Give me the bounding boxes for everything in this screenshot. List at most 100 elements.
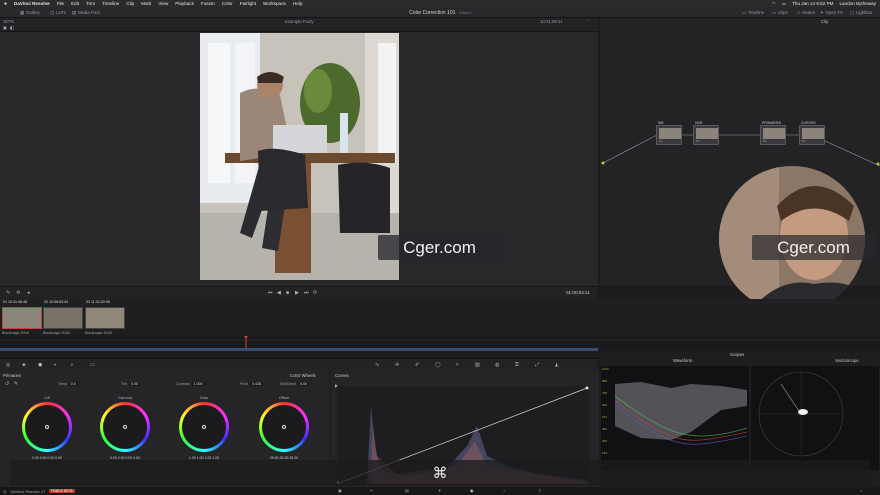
menu-fusion[interactable]: Fusion: [201, 1, 215, 6]
gain-wheel[interactable]: [179, 402, 229, 452]
viewer-timecode-bottom[interactable]: 01:00:02:11: [566, 290, 590, 295]
color-match-icon[interactable]: ◈: [22, 362, 26, 368]
menu-fairlight[interactable]: Fairlight: [240, 1, 256, 6]
magic-mask-icon[interactable]: ▨: [475, 362, 480, 368]
blur-icon[interactable]: ◍: [495, 362, 499, 368]
media-pool-button[interactable]: ▤ Media Pool: [72, 9, 100, 17]
page-edit-icon[interactable]: ▤: [405, 488, 409, 493]
menu-app-name[interactable]: DaVinci Resolve: [14, 1, 50, 6]
middetail-field[interactable]: Mid/Detail 0.00: [280, 382, 309, 386]
open-fx-button[interactable]: ✦ Open FX: [820, 9, 843, 17]
color-wheels-dropdown[interactable]: Color Wheels: [290, 373, 316, 378]
menubar-datetime[interactable]: Thu Jan 14 6:52 PM: [792, 1, 833, 6]
sizing-icon[interactable]: ⤢: [535, 362, 539, 368]
loop-playback-icon[interactable]: ⟳: [313, 290, 317, 296]
luts-button[interactable]: ◫ LUTs: [50, 9, 66, 17]
wifi-icon[interactable]: ◠: [772, 1, 776, 7]
clip-thumbnail-2[interactable]: [43, 307, 83, 329]
menu-workspace[interactable]: Workspace: [263, 1, 286, 6]
scale-label: 768: [602, 391, 607, 395]
timeline-track[interactable]: [0, 348, 598, 351]
pen-icon[interactable]: ✎: [6, 290, 10, 296]
3d-icon[interactable]: ◭: [555, 362, 559, 368]
go-to-start-icon[interactable]: ⏮: [268, 290, 273, 296]
battery-icon[interactable]: ▭: [782, 1, 786, 7]
curves-icon[interactable]: ∿: [375, 362, 379, 368]
hdr-icon[interactable]: ▭: [90, 362, 95, 368]
menu-playback[interactable]: Playback: [175, 1, 194, 6]
go-to-end-icon[interactable]: ⏭: [304, 290, 309, 296]
picker-icon[interactable]: ✎: [14, 381, 18, 387]
motion-effects-icon[interactable]: ◑: [70, 362, 73, 368]
palette-toolbar: ◎ ◈ ◉ ◐ ◑ ▭ ∿ ✢ ✐ ◯ ✧ ▨ ◍ ⚿ ⤢ ◭: [0, 358, 598, 370]
node-hdr[interactable]: HDR 02: [693, 121, 719, 145]
qualifier-icon[interactable]: ✐: [415, 362, 419, 368]
node-wb[interactable]: WB 01: [656, 121, 682, 145]
waveform-dropdown[interactable]: Waveform: [673, 358, 692, 363]
node-primaries[interactable]: PRIMARIES 03: [760, 121, 786, 145]
color-warper-icon[interactable]: ✢: [395, 362, 399, 368]
tracker-icon[interactable]: ✧: [455, 362, 459, 368]
page-color-icon[interactable]: ◉: [470, 488, 474, 493]
gamma-wheel[interactable]: [100, 402, 150, 452]
key-icon[interactable]: ⚿: [515, 362, 519, 368]
audio-icon[interactable]: ◂: [27, 290, 30, 296]
lightbox-button[interactable]: ▢ Lightbox: [850, 9, 872, 17]
reset-icon[interactable]: ↺: [5, 381, 9, 387]
clips-button[interactable]: ▭ Clips: [772, 9, 788, 17]
scale-label: 256: [602, 439, 607, 443]
page-media-icon[interactable]: ▣: [338, 488, 342, 493]
play-icon[interactable]: ▶: [295, 290, 299, 296]
page-fusion-icon[interactable]: ✦: [438, 488, 441, 493]
menu-mark[interactable]: Mark: [141, 1, 151, 6]
menu-edit[interactable]: Edit: [71, 1, 79, 6]
scale-label: 384: [602, 427, 607, 431]
zoom-level[interactable]: 167%: [3, 19, 14, 24]
tint-field[interactable]: Tint 0.00: [121, 382, 140, 386]
lift-puck[interactable]: [45, 425, 49, 429]
menu-file[interactable]: File: [57, 1, 64, 6]
menu-clip[interactable]: Clip: [126, 1, 134, 6]
menu-view[interactable]: View: [158, 1, 168, 6]
nodes-button[interactable]: ◇ Nodes: [797, 9, 815, 17]
contrast-field[interactable]: Contrast 1.000: [176, 382, 205, 386]
menu-color[interactable]: Color: [222, 1, 233, 6]
vectorscope-dropdown[interactable]: Vectorscope: [835, 358, 859, 363]
camera-raw-icon[interactable]: ◎: [6, 362, 10, 368]
apple-icon[interactable]: ●: [4, 1, 7, 7]
clip-1-header[interactable]: 01 10:31:08:48: [3, 300, 27, 304]
offset-wheel[interactable]: [259, 402, 309, 452]
viewer-options-icon[interactable]: ⋯: [585, 18, 589, 24]
gain-puck[interactable]: [202, 425, 206, 429]
offset-puck[interactable]: [282, 425, 286, 429]
temp-field[interactable]: Temp 0.0: [58, 382, 78, 386]
clip-thumbnail-1[interactable]: [2, 307, 42, 329]
loop-icon[interactable]: ⟲: [16, 290, 20, 296]
rewind-icon[interactable]: ◀: [277, 290, 281, 296]
pivot-field[interactable]: Pivot 0.435: [240, 382, 263, 386]
page-fairlight-icon[interactable]: ♪: [503, 488, 505, 493]
rgb-mixer-icon[interactable]: ◐: [54, 362, 57, 368]
window-icon[interactable]: ◯: [435, 362, 441, 368]
menu-trim[interactable]: Trim: [86, 1, 95, 6]
clip-thumbnail-3[interactable]: [85, 307, 125, 329]
color-wheels-icon[interactable]: ◉: [38, 362, 42, 368]
stop-icon[interactable]: ■: [286, 290, 289, 296]
menu-timeline[interactable]: Timeline: [102, 1, 119, 6]
lift-wheel[interactable]: [22, 402, 72, 452]
timeline-button[interactable]: ▭ Timeline: [742, 9, 764, 17]
node-curves[interactable]: CURVES 04: [799, 121, 825, 145]
page-deliver-icon[interactable]: ⇪: [538, 488, 541, 493]
viewer-split-icon[interactable]: ◧: [10, 25, 14, 30]
clip-3-header[interactable]: 03 11:32:20:08: [86, 300, 110, 304]
home-icon[interactable]: ⌂: [860, 488, 862, 493]
clip-2-header[interactable]: 02 10:36:53:44: [44, 300, 68, 304]
viewer-mode-icon[interactable]: ▣: [3, 25, 7, 30]
gallery-button[interactable]: ▦ Gallery: [20, 9, 40, 17]
page-cut-icon[interactable]: ✂: [370, 488, 373, 493]
gamma-puck[interactable]: [123, 425, 127, 429]
menu-help[interactable]: Help: [293, 1, 302, 6]
menubar-user[interactable]: Landon Bytheway: [839, 1, 876, 6]
viewer-timecode-top[interactable]: 10:31:08:11: [540, 19, 562, 24]
clip-name-dropdown[interactable]: Example Footy: [285, 19, 314, 24]
